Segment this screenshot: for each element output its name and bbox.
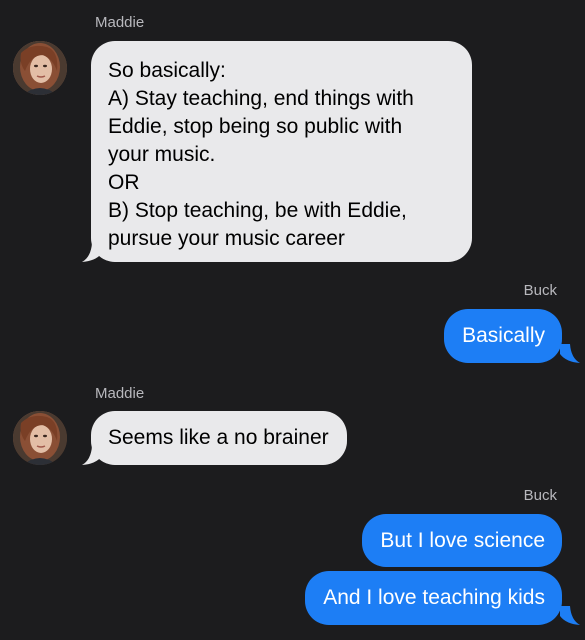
bubble-tail-outgoing	[560, 344, 580, 363]
message-bubble-incoming[interactable]: So basically: A) Stay teaching, end thin…	[91, 41, 472, 262]
sender-name-buck: Buck	[523, 487, 557, 504]
bubble-tail-outgoing	[560, 606, 580, 625]
message-line: your music.	[108, 143, 216, 166]
sender-name-buck: Buck	[523, 282, 557, 299]
sender-name-maddie: Maddie	[95, 385, 145, 402]
message-line: B) Stop teaching, be with Eddie,	[108, 199, 407, 222]
message-bubble-outgoing[interactable]: And I love teaching kids	[305, 571, 562, 625]
bubble-tail-incoming	[82, 446, 102, 465]
message-line: Eddie, stop being so public with	[108, 115, 403, 138]
maddie-avatar-icon[interactable]	[13, 41, 67, 95]
message-line: A) Stay teaching, end things with	[108, 87, 414, 110]
message-bubble-outgoing[interactable]: Basically	[444, 309, 562, 363]
maddie-avatar-icon[interactable]	[13, 411, 67, 465]
message-bubble-incoming[interactable]: Seems like a no brainer	[91, 411, 347, 465]
message-bubble-outgoing[interactable]: But I love science	[362, 514, 562, 567]
message-line: So basically:	[108, 59, 226, 82]
message-line: OR	[108, 171, 140, 194]
bubble-tail-incoming	[82, 243, 102, 262]
sender-name-maddie: Maddie	[95, 14, 145, 31]
message-line: pursue your music career	[108, 227, 345, 250]
